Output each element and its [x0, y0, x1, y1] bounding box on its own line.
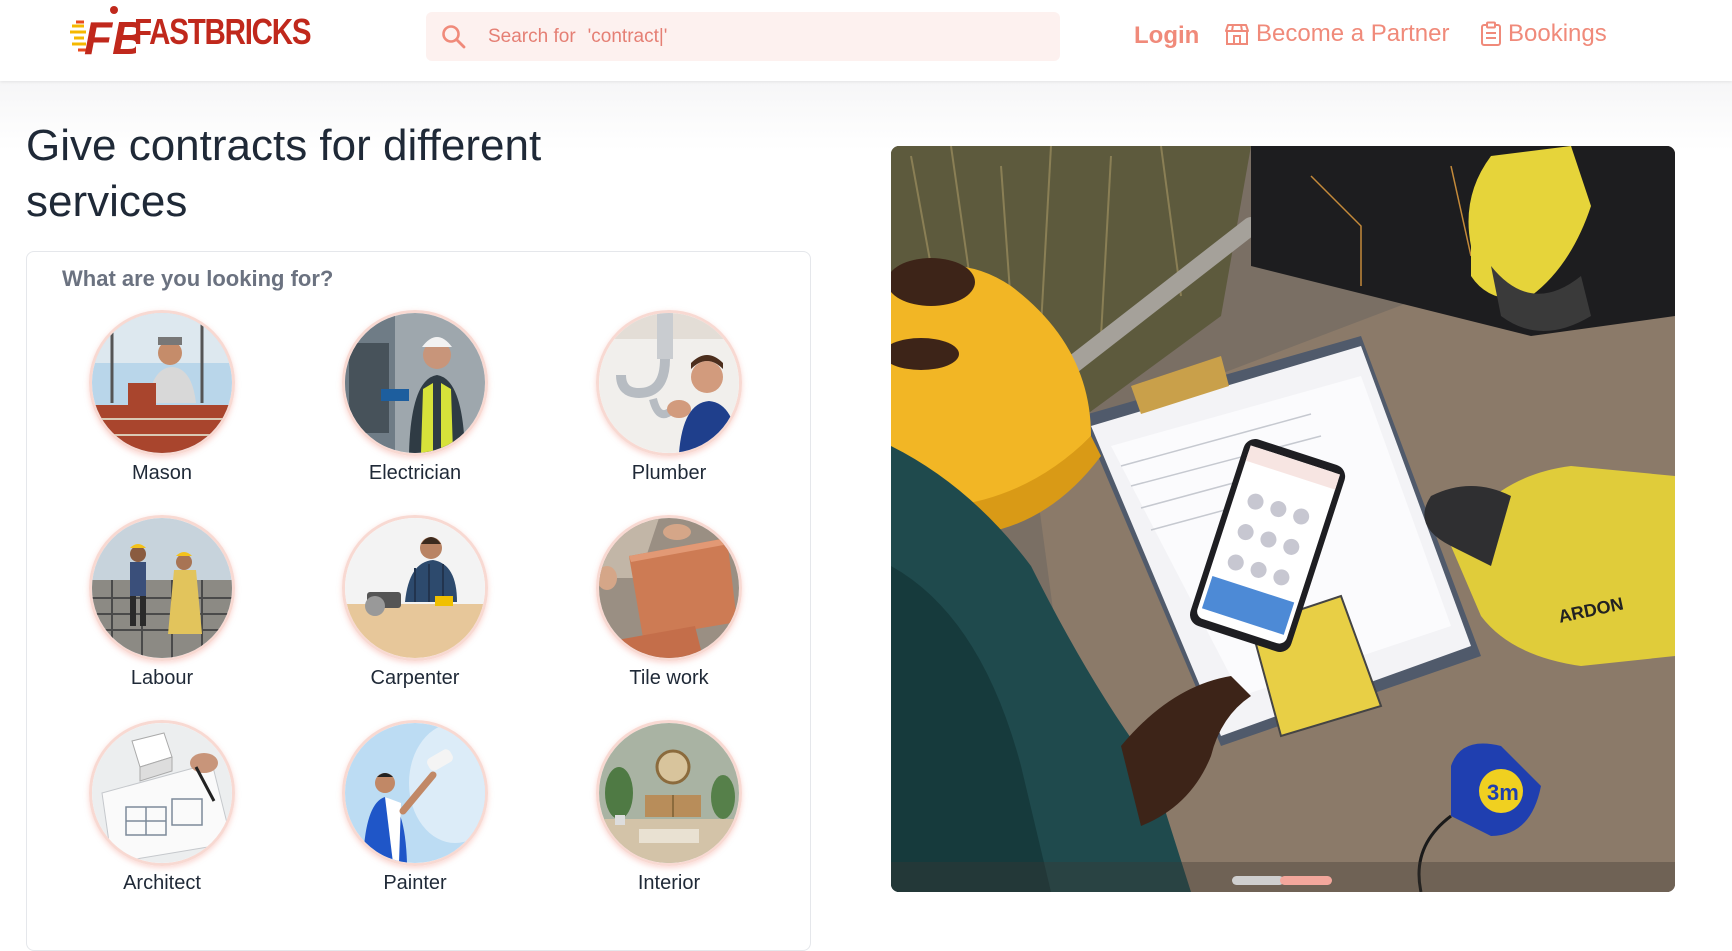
bookings-link[interactable]: Bookings — [1480, 20, 1607, 48]
service-label: Painter — [383, 872, 447, 894]
fastbricks-logo[interactable]: FB FASTBRICKS — [70, 4, 349, 60]
carousel-dots[interactable] — [1232, 876, 1332, 885]
tape-label: 3m — [1487, 780, 1519, 805]
service-label: Electrician — [368, 462, 462, 484]
service-mason[interactable]: Mason — [60, 310, 260, 500]
become-partner-link[interactable]: Become a Partner — [1224, 20, 1449, 48]
service-label: Architect — [123, 872, 201, 894]
hero-carousel-image[interactable]: ARDON 3m — [891, 146, 1675, 892]
services-panel-title: What are you looking for? — [62, 266, 334, 291]
carpenter-photo — [342, 515, 488, 661]
logo-letters: FB — [84, 12, 136, 60]
service-plumber[interactable]: Plumber — [567, 310, 767, 500]
become-partner-label: Become a Partner — [1256, 20, 1450, 47]
services-panel: What are you looking for? Mason Electric… — [26, 251, 811, 951]
store-icon — [1225, 24, 1249, 45]
fb-logo-icon: FB — [70, 6, 136, 60]
mason-photo — [89, 310, 235, 456]
architect-photo — [89, 720, 235, 866]
painter-photo — [342, 720, 488, 866]
carousel-dot-2-active[interactable] — [1280, 876, 1332, 885]
service-architect[interactable]: Architect — [60, 720, 260, 910]
top-header: FB FASTBRICKS Search for 'contract|' Log… — [0, 0, 1732, 81]
search-icon — [442, 24, 466, 48]
service-label: Tile work — [629, 667, 709, 689]
tile-work-photo — [596, 515, 742, 661]
labour-photo — [89, 515, 235, 661]
login-link[interactable]: Login — [1134, 22, 1199, 50]
electrician-photo — [342, 310, 488, 456]
service-label: Plumber — [631, 462, 707, 484]
service-label: Labour — [130, 667, 194, 689]
search-placeholder-label: Search for — [488, 25, 576, 47]
service-painter[interactable]: Painter — [313, 720, 513, 910]
bookings-label: Bookings — [1508, 20, 1607, 47]
service-labour[interactable]: Labour — [60, 515, 260, 705]
interior-photo — [596, 720, 742, 866]
service-carpenter[interactable]: Carpenter — [313, 515, 513, 705]
service-tile-work[interactable]: Tile work — [567, 515, 767, 705]
service-label: Carpenter — [370, 667, 460, 689]
service-label: Mason — [131, 462, 193, 484]
construction-contract-photo: ARDON 3m — [891, 146, 1675, 892]
search-input[interactable]: 'contract|' — [588, 26, 668, 48]
plumber-photo — [596, 310, 742, 456]
page-headline: Give contracts for different services — [26, 121, 542, 226]
clipboard-icon — [1481, 21, 1501, 46]
search-bar[interactable]: Search for 'contract|' — [426, 12, 1060, 61]
service-interior[interactable]: Interior — [567, 720, 767, 910]
carousel-dot-1[interactable] — [1232, 876, 1284, 885]
service-label: Interior — [637, 872, 701, 894]
service-electrician[interactable]: Electrician — [313, 310, 513, 500]
brand-name: FASTBRICKS — [134, 11, 312, 52]
